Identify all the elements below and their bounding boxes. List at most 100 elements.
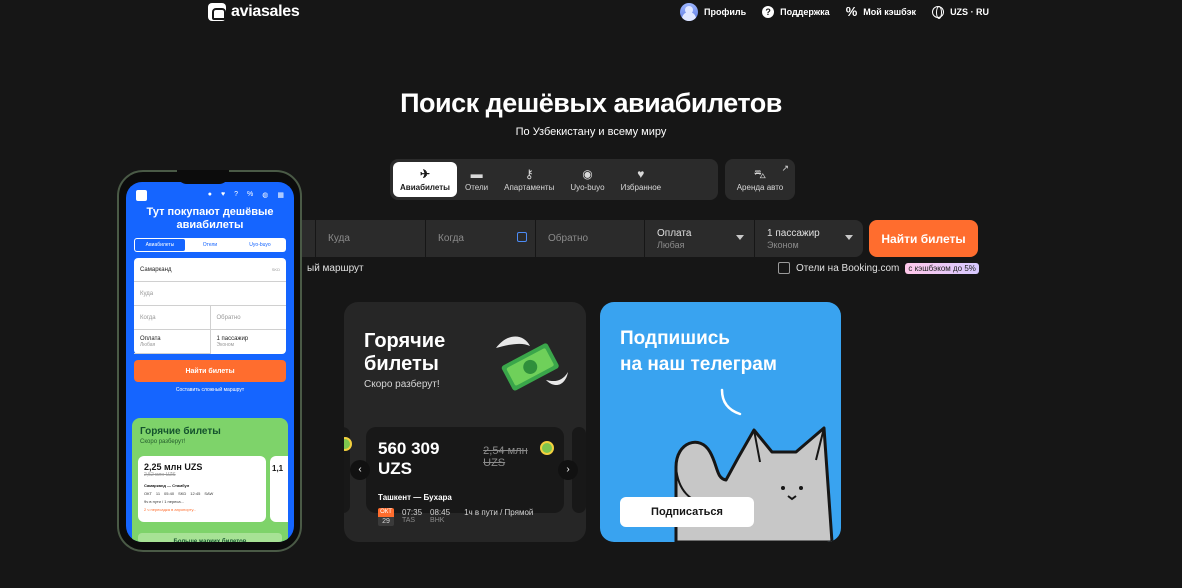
phone-tab-uyo-buyo[interactable]: Uyo-buyo: [235, 242, 285, 248]
destination-field[interactable]: Куда: [316, 220, 426, 257]
phone-destination-field[interactable]: Куда: [134, 282, 286, 306]
phone-options-row: Оплата Любая 1 пассажир Эконом: [134, 330, 286, 354]
pin-icon: ◉: [582, 166, 593, 181]
phone-payment-value: Любая: [140, 341, 156, 348]
phone-tab-flights[interactable]: Авиабилеты: [135, 239, 185, 251]
tab-uyo-buyo[interactable]: ◉ Uyo-buyo: [562, 162, 612, 197]
phone-nav-icons: ● ♥ ? % ◍ ▦: [208, 191, 284, 199]
nav-support-label: Поддержка: [780, 7, 830, 17]
phone-ticket-day: 11: [155, 491, 161, 496]
subscribe-button[interactable]: Подписаться: [620, 497, 754, 527]
percent-icon: %: [247, 191, 254, 198]
tab-label: Uyo-buyo: [570, 182, 605, 192]
logo-text: aviasales: [231, 3, 300, 20]
aviasales-logo-icon: [208, 3, 226, 21]
flying-money-icon: [496, 336, 568, 391]
phone-tab-hotels[interactable]: Отели: [185, 242, 235, 248]
booking-checkbox[interactable]: [778, 262, 790, 274]
phone-date-row: Когда Обратно: [134, 306, 286, 330]
airline-logo-icon: [344, 437, 352, 451]
passengers-class: Эконом: [767, 239, 799, 250]
passengers-label: 1 пассажир: [767, 227, 820, 239]
help-icon: ?: [762, 6, 775, 18]
nav-support[interactable]: ? Поддержка: [762, 6, 830, 18]
phone-ticket-card[interactable]: 2,25 млн UZS 2,52 млн UZS Самарканд — Ст…: [138, 456, 266, 522]
heart-icon: ♥: [637, 166, 645, 181]
phone-hot-tickets[interactable]: Горячие билеты Скоро разберут! 2,25 млн …: [132, 418, 288, 542]
hot-title-line2: билеты: [364, 353, 439, 375]
phone-route-link[interactable]: Составить сложный маршрут: [126, 387, 294, 393]
globe-icon: [932, 6, 945, 19]
phone-mockup: ● ♥ ? % ◍ ▦ Тут покупают дешёвые авиабил…: [117, 170, 302, 552]
ticket-depart-code: TAS: [402, 517, 416, 524]
ticket-route: Ташкент — Бухара: [378, 493, 452, 502]
nav-currency-language[interactable]: UZS · RU: [932, 6, 990, 19]
ticket-details: ОКТ 29 07:35 TAS 08:45 BHK 1ч в пути / П…: [378, 508, 552, 526]
grid-icon: ▦: [277, 192, 284, 199]
ticket-duration: 1ч в пути / Прямой: [464, 508, 534, 517]
nav-profile[interactable]: Профиль: [680, 3, 746, 21]
phone-ticket-price: 2,25 млн UZS: [144, 462, 203, 472]
tab-car-rent[interactable]: ↗ ⛍ Аренда авто: [725, 159, 795, 200]
ticket-depart-time: 07:35: [402, 508, 423, 517]
phone-return-field[interactable]: Обратно: [210, 306, 286, 330]
depart-date-field[interactable]: Когда: [426, 220, 536, 257]
tab-label: Избранное: [620, 182, 662, 192]
tab-flights[interactable]: ✈ Авиабилеты: [393, 162, 457, 197]
search-form: Куда Когда Обратно Оплата Любая 1 пассаж…: [296, 220, 863, 257]
key-icon: ⚷: [524, 166, 534, 181]
airline-logo-icon: [540, 441, 554, 455]
ticket-month: ОКТ: [378, 508, 394, 517]
ticket-card[interactable]: 560 309 UZS 2,54 млн UZS Ташкент — Бухар…: [366, 427, 564, 526]
phone-find-button[interactable]: Найти билеты: [134, 360, 286, 382]
percent-icon: %: [845, 4, 858, 19]
phone-hot-subtitle: Скоро разберут!: [140, 439, 186, 445]
nav-cashback[interactable]: % Мой кэшбэк: [845, 4, 916, 19]
booking-label: Отели на Booking.com: [796, 262, 900, 274]
chevron-down-icon: [845, 235, 853, 240]
phone-depart-field[interactable]: Когда: [134, 306, 211, 330]
carousel-prev-button[interactable]: ‹: [350, 460, 370, 480]
profile-icon: ●: [207, 191, 212, 198]
phone-more-tickets-button[interactable]: Больше жарких билетов: [138, 533, 282, 542]
nav-profile-label: Профиль: [704, 7, 747, 17]
tab-hotels[interactable]: ▬ Отели: [457, 162, 496, 197]
phone-ticket-duration: 9ч в пути / 1 переса...: [144, 499, 184, 504]
carousel-next-button[interactable]: ›: [558, 460, 578, 480]
ticket-arrive: 08:45 BHK: [430, 508, 450, 524]
tab-favorites[interactable]: ♥ Избранное: [613, 162, 670, 197]
phone-ticket-dep: 05:40: [164, 491, 175, 496]
airplane-icon: ✈: [419, 166, 431, 181]
ticket-day: 29: [378, 517, 394, 526]
hot-title-line1: Горячие: [364, 330, 446, 352]
passengers-select[interactable]: 1 пассажир Эконом: [755, 220, 863, 257]
tab-label: Апартаменты: [504, 182, 555, 192]
aviasales-logo-icon: [136, 189, 147, 201]
external-arrow-icon: ↗: [781, 163, 789, 173]
payment-value: Любая: [657, 239, 685, 250]
phone-ticket-duration-row: 9ч в пути / 1 переса...: [144, 499, 260, 504]
return-date-field[interactable]: Обратно: [536, 220, 645, 257]
phone-origin-field[interactable]: Самарканд SKD: [134, 258, 286, 282]
phone-passengers-select[interactable]: 1 пассажир Эконом: [211, 330, 287, 354]
top-nav: Профиль ? Поддержка % Мой кэшбэк UZS · R…: [680, 2, 989, 22]
page-subtitle: По Узбекистану и всему миру: [515, 126, 667, 138]
phone-ticket-details: ОКТ 11 05:40 SKD 12:45 SAW: [144, 491, 260, 496]
ticket-price-value: 560 309 UZS: [378, 439, 440, 478]
car-icon: ⛍: [753, 166, 767, 181]
telegram-card[interactable]: Подпишись на наш телеграм Подписаться: [600, 302, 841, 542]
ticket-arrive-code: BHK: [430, 517, 445, 524]
phone-tabs: Авиабилеты Отели Uyo-buyo: [134, 238, 286, 252]
find-tickets-button[interactable]: Найти билеты: [869, 220, 978, 257]
logo[interactable]: aviasales: [208, 2, 300, 22]
ticket-price: 560 309 UZS 2,54 млн UZS: [378, 439, 552, 479]
payment-select[interactable]: Оплата Любая: [645, 220, 755, 257]
complex-route-link[interactable]: ый маршрут: [307, 263, 364, 274]
hot-tickets-card[interactable]: Горячие билеты Скоро разберут! 560 309 U…: [344, 302, 586, 542]
payment-label: Оплата: [657, 227, 692, 239]
bed-icon: ▬: [470, 166, 483, 181]
nav-currency-label: UZS · RU: [950, 7, 990, 17]
phone-payment-select[interactable]: Оплата Любая: [134, 330, 211, 354]
tab-apartments[interactable]: ⚷ Апартаменты: [496, 162, 562, 197]
booking-option[interactable]: Отели на Booking.com с кэшбэком до 5%: [778, 262, 979, 274]
